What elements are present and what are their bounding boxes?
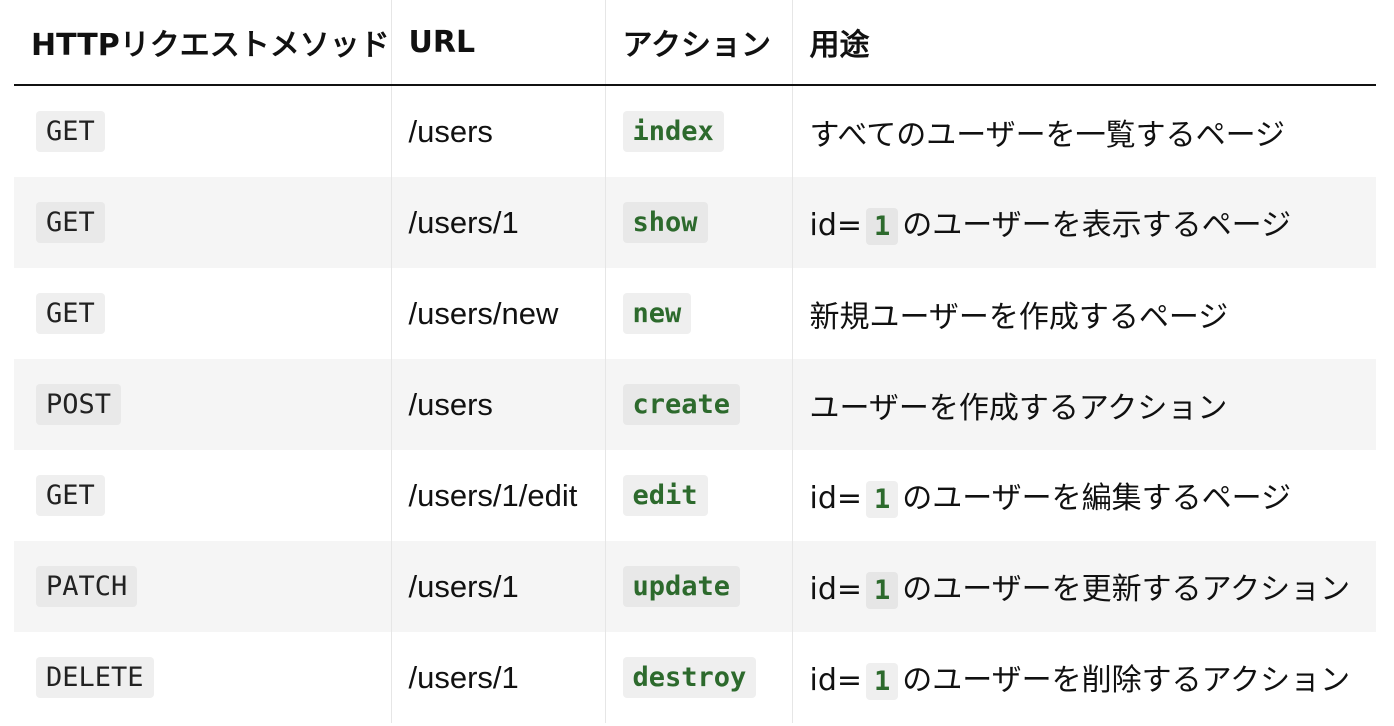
method-code: GET — [36, 202, 105, 243]
id-code: 1 — [866, 481, 899, 518]
action-cell: update — [604, 541, 792, 632]
method-cell: GET — [14, 268, 391, 359]
table-row: DELETE /users/1 destroy id= 1 のユーザーを削除するアク… — [14, 632, 1376, 723]
table-row: GET /users/1/edit edit id= 1 のユーザーを編集するページ — [14, 450, 1376, 541]
id-code: 1 — [866, 663, 899, 700]
action-cell: new — [604, 268, 792, 359]
action-code: create — [622, 384, 741, 425]
purpose-cell: ユーザーを作成するアクション — [791, 359, 1376, 450]
table-row: GET /users index すべてのユーザーを一覧するページ — [14, 85, 1376, 177]
table-row: GET /users/new new 新規ユーザーを作成するページ — [14, 268, 1376, 359]
purpose-suffix: のユーザーを表示するページ — [902, 208, 1292, 243]
method-cell: DELETE — [14, 632, 391, 723]
routes-table: HTTPリクエストメソッド URL アクション 用途 GET /users in… — [14, 0, 1376, 723]
action-cell: create — [604, 359, 792, 450]
table-row: GET /users/1 show id= 1 のユーザーを表示するページ — [14, 177, 1376, 268]
purpose-prefix: id= — [809, 663, 863, 698]
purpose-cell: 新規ユーザーを作成するページ — [791, 268, 1376, 359]
url-cell: /users/1 — [390, 541, 605, 632]
method-code: POST — [36, 384, 122, 425]
purpose-suffix: のユーザーを更新するアクション — [902, 572, 1351, 607]
table-row: POST /users create ユーザーを作成するアクション — [14, 359, 1376, 450]
header-http-method: HTTPリクエストメソッド — [14, 0, 391, 86]
url-cell: /users — [390, 85, 605, 177]
action-code: new — [622, 293, 692, 334]
header-purpose: 用途 — [791, 0, 1376, 86]
url-cell: /users — [390, 359, 605, 450]
action-code: update — [622, 566, 741, 607]
purpose-cell: id= 1 のユーザーを表示するページ — [791, 177, 1376, 268]
header-row: HTTPリクエストメソッド URL アクション 用途 — [14, 0, 1376, 86]
action-code: edit — [622, 475, 708, 516]
action-cell: show — [604, 177, 792, 268]
table-row: PATCH /users/1 update id= 1 のユーザーを更新するアクショ… — [14, 541, 1376, 632]
method-cell: POST — [14, 359, 391, 450]
table-body: GET /users index すべてのユーザーを一覧するページ GET /u… — [14, 85, 1376, 723]
method-code: GET — [36, 475, 105, 516]
url-cell: /users/1 — [390, 177, 605, 268]
action-code: index — [622, 111, 724, 152]
method-cell: PATCH — [14, 541, 391, 632]
table-header: HTTPリクエストメソッド URL アクション 用途 — [14, 0, 1376, 86]
id-code: 1 — [866, 572, 899, 609]
method-code: GET — [36, 293, 105, 334]
method-code: GET — [36, 111, 105, 152]
action-cell: index — [604, 85, 792, 177]
method-code: DELETE — [36, 657, 154, 698]
purpose-prefix: id= — [809, 481, 863, 516]
url-cell: /users/new — [390, 268, 605, 359]
url-cell: /users/1/edit — [390, 450, 605, 541]
purpose-cell: id= 1 のユーザーを更新するアクション — [791, 541, 1376, 632]
action-code: show — [622, 202, 708, 243]
action-cell: destroy — [604, 632, 792, 723]
purpose-prefix: id= — [809, 208, 863, 243]
purpose-cell: id= 1 のユーザーを編集するページ — [791, 450, 1376, 541]
action-code: destroy — [622, 657, 757, 698]
method-cell: GET — [14, 177, 391, 268]
action-cell: edit — [604, 450, 792, 541]
purpose-suffix: のユーザーを編集するページ — [902, 481, 1292, 516]
purpose-cell: id= 1 のユーザーを削除するアクション — [791, 632, 1376, 723]
header-action: アクション — [604, 0, 792, 86]
url-cell: /users/1 — [390, 632, 605, 723]
routes-table-container: HTTPリクエストメソッド URL アクション 用途 GET /users in… — [14, 0, 1376, 723]
header-url: URL — [390, 0, 605, 86]
method-code: PATCH — [36, 566, 138, 607]
purpose-prefix: id= — [809, 572, 863, 607]
method-cell: GET — [14, 450, 391, 541]
id-code: 1 — [866, 208, 899, 245]
method-cell: GET — [14, 85, 391, 177]
purpose-cell: すべてのユーザーを一覧するページ — [791, 85, 1376, 177]
purpose-suffix: のユーザーを削除するアクション — [902, 663, 1351, 698]
